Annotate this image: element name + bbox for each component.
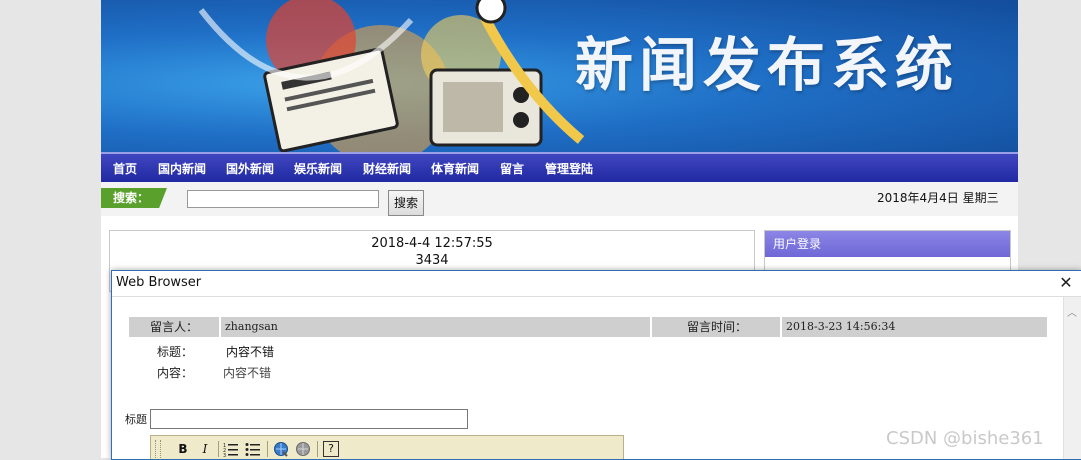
nav-item-finance[interactable]: 财经新闻: [363, 154, 411, 184]
nav-item-sports[interactable]: 体育新闻: [431, 154, 479, 184]
unordered-list-icon[interactable]: [245, 441, 261, 457]
search-bar: 搜索： 搜索 2018年4月4日 星期三: [101, 182, 1018, 216]
close-icon[interactable]: ✕: [1057, 274, 1075, 292]
nav-item-message[interactable]: 留言: [500, 154, 524, 184]
bold-button[interactable]: B: [175, 441, 191, 457]
login-header: 用户登录: [765, 231, 1010, 257]
toolbar-separator: [317, 441, 318, 457]
message-title-value: 内容不错: [226, 345, 275, 359]
message-time-label: 留言时间：: [650, 317, 782, 337]
author-label: 留言人：: [149, 320, 198, 334]
dialog-titlebar[interactable]: Web Browser ✕: [112, 271, 1081, 297]
svg-text:3: 3: [223, 453, 226, 457]
dialog-scrollbar[interactable]: ︿: [1063, 297, 1081, 459]
site-title: 新闻发布系统: [575, 31, 960, 99]
scroll-up-icon[interactable]: ︿: [1067, 309, 1077, 319]
nav-item-admin-login[interactable]: 管理登陆: [545, 154, 593, 184]
search-input[interactable]: [187, 190, 379, 208]
nav-item-international[interactable]: 国外新闻: [226, 154, 274, 184]
ordered-list-icon[interactable]: 123: [223, 441, 239, 459]
editor-toolbar: B I 123 ?: [150, 435, 624, 459]
help-button[interactable]: ?: [323, 441, 339, 457]
nav-item-entertainment[interactable]: 娱乐新闻: [294, 154, 342, 184]
watermark-text: CSDN @bishe361: [886, 428, 1044, 449]
main-nav: 首页 国内新闻 国外新闻 娱乐新闻 财经新闻 体育新闻 留言 管理登陆: [101, 152, 1018, 184]
site-banner: 新闻发布系统: [101, 0, 1018, 152]
message-content-label: 内容：: [157, 366, 194, 380]
dialog-title: Web Browser: [116, 275, 202, 290]
toolbar-separator: [218, 441, 219, 457]
reply-title-input[interactable]: [150, 409, 468, 429]
reply-title-label: 标题: [125, 413, 147, 426]
search-label: 搜索：: [101, 188, 167, 208]
news-timestamp: 2018-4-4 12:57:55: [371, 236, 493, 251]
search-button[interactable]: 搜索: [388, 190, 424, 216]
banner-illustration: [198, 0, 585, 152]
message-time-value: 2018-3-23 14:56:34: [780, 317, 1047, 337]
message-title-label: 标题：: [157, 345, 194, 359]
insert-link-icon[interactable]: [273, 441, 289, 457]
toolbar-grip[interactable]: [155, 440, 161, 459]
news-count: 3434: [415, 253, 449, 268]
toolbar-separator: [267, 441, 268, 457]
message-content-value: 内容不错: [223, 366, 272, 380]
unlink-icon[interactable]: [295, 441, 311, 457]
nav-item-domestic[interactable]: 国内新闻: [158, 154, 206, 184]
message-header-row: 留言人： zhangsan 留言时间： 2018-3-23 14:56:34: [129, 317, 1047, 337]
author-value: zhangsan: [219, 317, 649, 337]
current-date: 2018年4月4日 星期三: [877, 191, 999, 205]
nav-item-home[interactable]: 首页: [113, 154, 137, 184]
italic-button[interactable]: I: [197, 441, 213, 457]
